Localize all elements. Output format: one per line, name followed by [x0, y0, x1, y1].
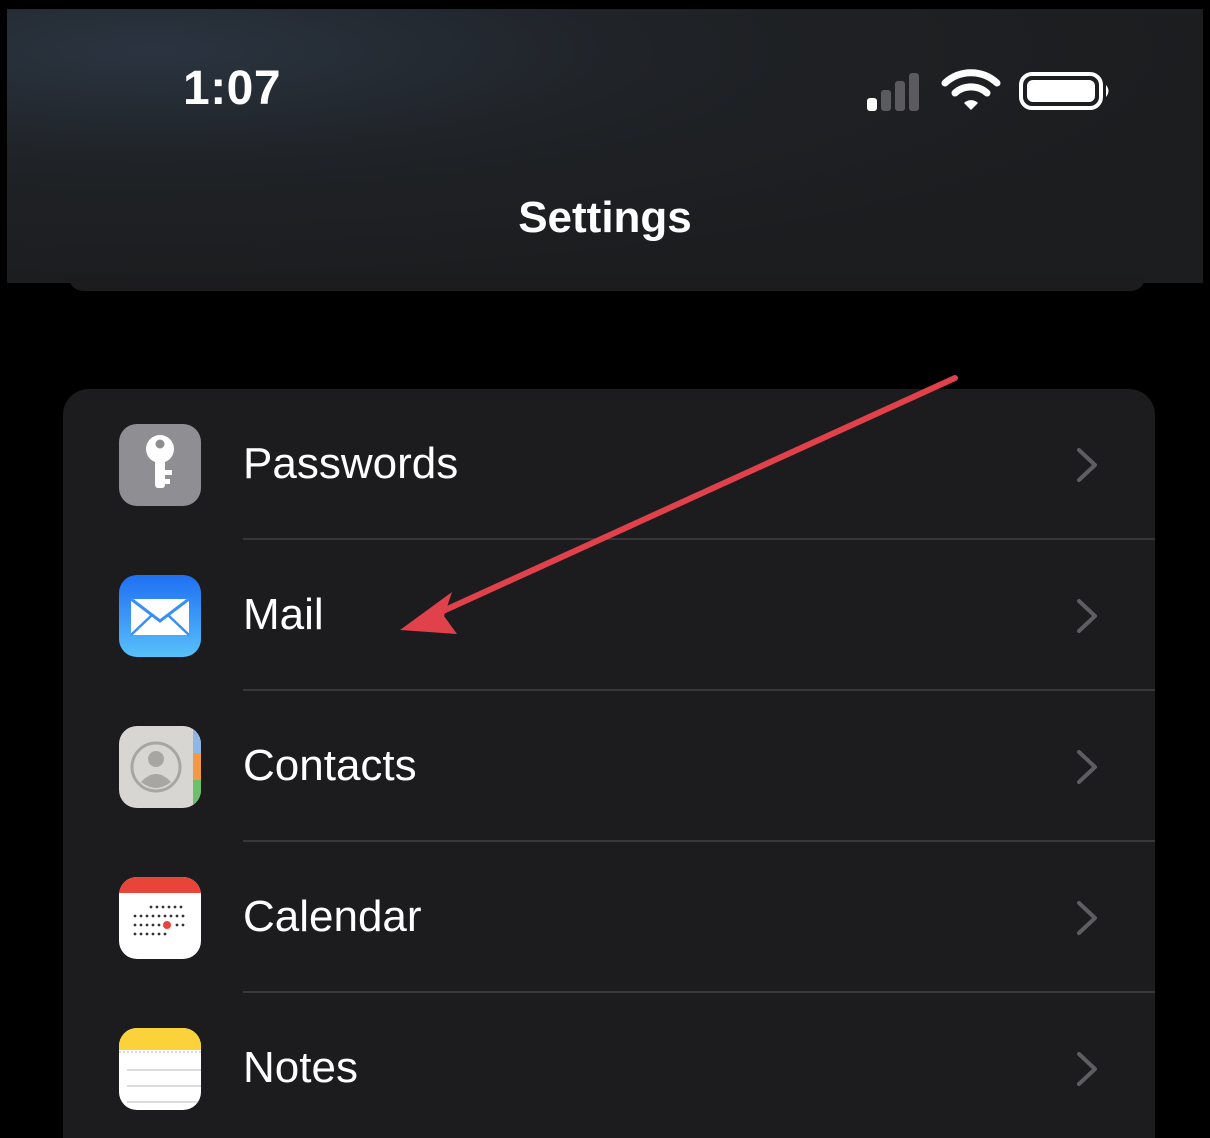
chevron-right-icon [1077, 599, 1097, 633]
key-icon [119, 424, 201, 506]
previous-group-edge [69, 277, 1145, 291]
battery-icon [1019, 72, 1109, 110]
chevron-right-icon [1077, 750, 1097, 784]
settings-group: Passwords Mail Contacts Calendar Notes [63, 389, 1155, 1138]
calendar-icon [119, 877, 201, 959]
settings-row-label: Notes [243, 1043, 358, 1092]
wifi-icon [941, 69, 1001, 110]
notes-icon [119, 1028, 201, 1110]
chevron-right-icon [1077, 1052, 1097, 1086]
page-title: Settings [518, 193, 692, 242]
settings-row-passwords[interactable]: Passwords [63, 389, 1155, 540]
settings-row-contacts[interactable]: Contacts [63, 691, 1155, 842]
contacts-icon [119, 726, 201, 808]
settings-row-label: Contacts [243, 741, 417, 790]
mail-icon [119, 575, 201, 657]
navigation-bar: 1:07 Settings [7, 9, 1203, 283]
settings-row-label: Calendar [243, 892, 422, 941]
settings-row-notes[interactable]: Notes [63, 993, 1155, 1138]
settings-row-calendar[interactable]: Calendar [63, 842, 1155, 993]
settings-row-mail[interactable]: Mail [63, 540, 1155, 691]
settings-row-label: Mail [243, 590, 324, 639]
chevron-right-icon [1077, 448, 1097, 482]
signal-icon [867, 73, 919, 111]
screen: 1:07 Settings Passwords Mail Contacts Ca… [7, 9, 1203, 1138]
settings-row-label: Passwords [243, 439, 459, 488]
status-time: 1:07 [183, 62, 282, 115]
chevron-right-icon [1077, 901, 1097, 935]
